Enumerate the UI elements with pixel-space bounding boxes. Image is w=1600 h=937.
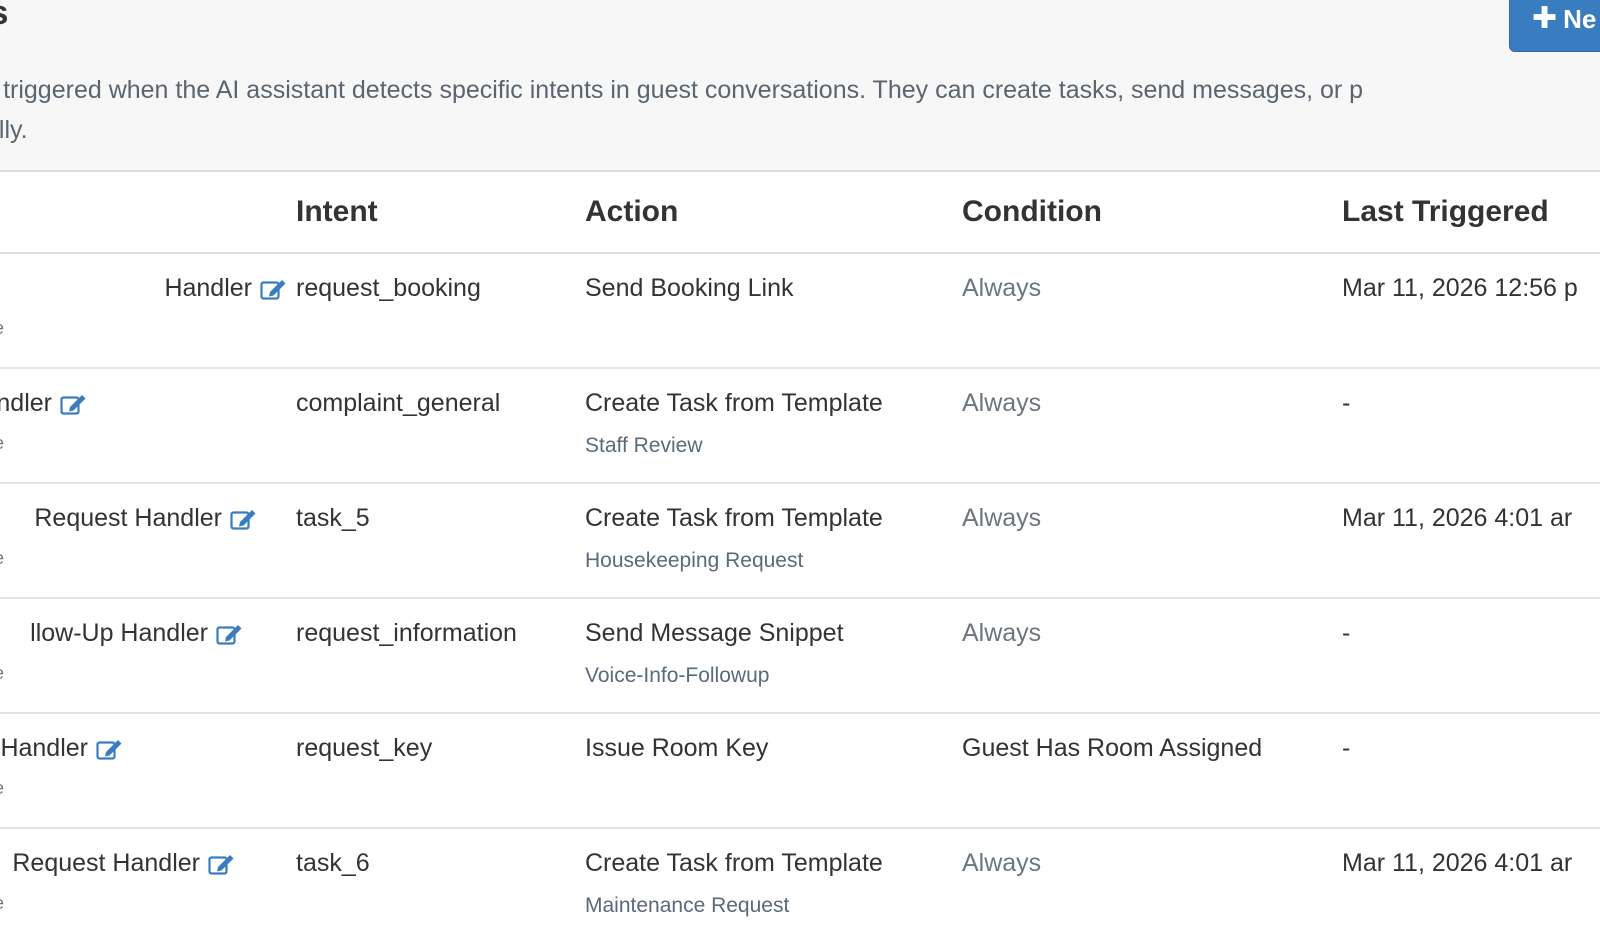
table-row[interactable]: llow-Up Handler e request_information Se… xyxy=(0,598,1600,714)
action-name[interactable]: Request Handler xyxy=(12,849,236,878)
action-cell: Issue Room Key xyxy=(585,734,769,762)
action-cell: Create Task from Template xyxy=(585,389,883,417)
action-name-subtext: e xyxy=(0,663,4,684)
edit-icon[interactable] xyxy=(208,852,236,876)
page-description: are triggered when the AI assistant dete… xyxy=(0,70,1600,150)
intent-cell: request_key xyxy=(296,734,433,762)
table-row[interactable]: Handler e request_key Issue Room Key xyxy=(0,713,1600,829)
description-line-2: tically. xyxy=(0,116,28,144)
action-name[interactable]: ndler xyxy=(0,389,88,418)
intent-cell: request_information xyxy=(296,619,517,647)
plus-icon: ✚ xyxy=(1532,2,1558,35)
action-name-subtext: e xyxy=(0,548,4,569)
last-triggered-cell: - xyxy=(1342,734,1351,762)
action-name[interactable]: Request Handler xyxy=(34,504,258,533)
action-name-subtext: e xyxy=(0,893,4,914)
condition-cell: Always xyxy=(962,389,1042,417)
action-cell: Create Task from Template xyxy=(585,849,883,877)
last-triggered-cell: - xyxy=(1342,389,1351,417)
table-header-row: Intent Action Condition Last Triggered xyxy=(0,172,1600,254)
intent-cell: request_booking xyxy=(296,274,481,302)
intent-cell: task_5 xyxy=(296,504,370,532)
action-name-label: ndler xyxy=(0,389,52,417)
column-header-action: Action xyxy=(585,172,962,254)
action-name[interactable]: Handler xyxy=(0,734,124,763)
edit-icon[interactable] xyxy=(230,507,258,531)
edit-icon[interactable] xyxy=(216,622,244,646)
condition-cell: Always xyxy=(962,504,1042,532)
edit-icon[interactable] xyxy=(96,737,124,761)
table-row[interactable]: Request Handler e task_5 Create Task fro… xyxy=(0,483,1600,599)
description-line-1: are triggered when the AI assistant dete… xyxy=(0,76,1364,104)
edit-icon[interactable] xyxy=(260,277,288,301)
table-row[interactable]: ndler e complaint_general Create Task fr… xyxy=(0,368,1600,484)
action-name[interactable]: Handler xyxy=(164,274,288,303)
table-row[interactable]: Request Handler e task_6 Create Task fro… xyxy=(0,828,1600,937)
last-triggered-cell: Mar 11, 2026 4:01 ar xyxy=(1342,849,1573,877)
action-template: Maintenance Request xyxy=(585,894,790,917)
action-name-label: llow-Up Handler xyxy=(30,619,208,647)
edit-icon[interactable] xyxy=(60,392,88,416)
column-header-intent: Intent xyxy=(296,172,585,254)
condition-cell: Always xyxy=(962,619,1042,647)
action-name-label: Handler xyxy=(0,734,88,762)
intent-cell: task_6 xyxy=(296,849,370,877)
condition-cell: Always xyxy=(962,274,1042,302)
new-button-label: Ne xyxy=(1563,3,1597,34)
last-triggered-cell: - xyxy=(1342,619,1351,647)
column-header-last-triggered: Last Triggered xyxy=(1342,172,1600,254)
action-name-label: Handler xyxy=(164,274,252,302)
action-cell: Create Task from Template xyxy=(585,504,883,532)
action-name-label: Request Handler xyxy=(34,504,222,532)
condition-cell: Always xyxy=(962,849,1042,877)
action-cell: Send Message Snippet xyxy=(585,619,844,647)
new-action-button[interactable]: ✚ Ne xyxy=(1509,0,1600,52)
action-name-subtext: e xyxy=(0,778,4,799)
action-name-label: Request Handler xyxy=(12,849,200,877)
action-name-subtext: e xyxy=(0,433,4,454)
action-template: Staff Review xyxy=(585,434,703,457)
action-template: Voice-Info-Followup xyxy=(585,664,770,687)
action-name[interactable]: llow-Up Handler xyxy=(30,619,244,648)
intent-cell: complaint_general xyxy=(296,389,501,417)
condition-cell: Guest Has Room Assigned xyxy=(962,734,1263,762)
last-triggered-cell: Mar 11, 2026 4:01 ar xyxy=(1342,504,1573,532)
action-template: Housekeeping Request xyxy=(585,549,804,572)
action-cell: Send Booking Link xyxy=(585,274,794,302)
table-row[interactable]: Handler e request_booking Send Booking L… xyxy=(0,253,1600,369)
column-header-condition: Condition xyxy=(962,172,1342,254)
column-header-name xyxy=(0,172,296,254)
actions-table: Intent Action Condition Last Triggered H… xyxy=(0,172,1600,937)
last-triggered-cell: Mar 11, 2026 12:56 p xyxy=(1342,274,1578,302)
page: ons ✚ Ne are triggered when the AI assis… xyxy=(0,0,1600,937)
page-title: ons xyxy=(0,0,8,33)
action-name-subtext: e xyxy=(0,318,4,339)
